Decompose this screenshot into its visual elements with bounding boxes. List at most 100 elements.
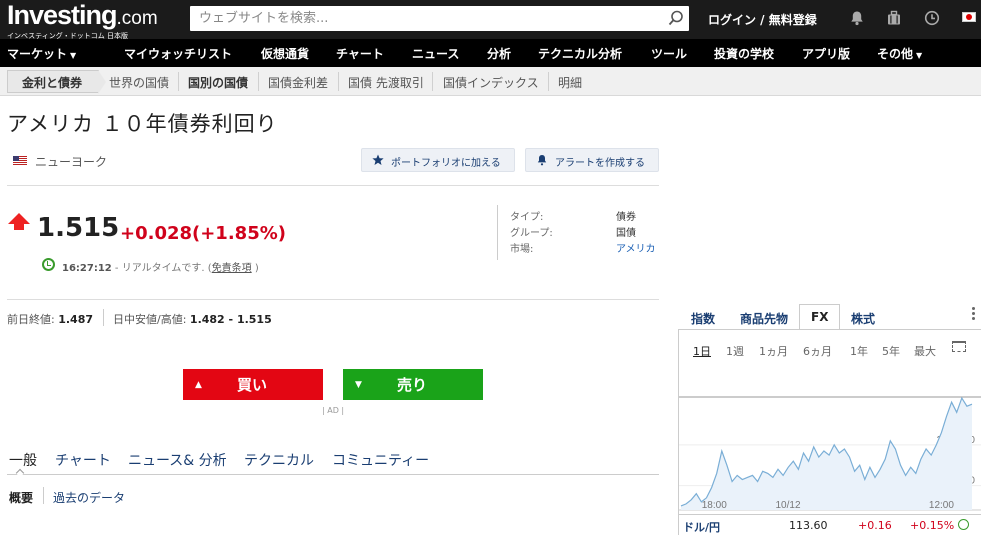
buy-label: 買い <box>237 376 268 394</box>
nav-item-tools[interactable]: ツール <box>651 45 687 62</box>
add-to-portfolio-button[interactable]: ポートフォリオに加える <box>361 148 515 172</box>
nav-item-watchlist[interactable]: マイウォッチリスト <box>124 45 232 62</box>
divider <box>7 299 659 300</box>
info-type-label: タイプ: <box>510 212 544 223</box>
subnav-divider <box>178 72 179 91</box>
widget-tab-indices[interactable]: 指数 <box>691 310 715 327</box>
logo[interactable]: Investing.com インベスティング・ドットコム 日本版 <box>7 2 158 41</box>
login-link[interactable]: ログイン / 無料登録 <box>708 11 817 28</box>
instrument-info: タイプ: 債券 グループ: 国債 市場: アメリカ <box>497 205 662 260</box>
realtime-clock-icon <box>958 519 969 530</box>
create-alert-label: アラートを作成する <box>555 158 645 169</box>
arrow-up-icon: ▲ <box>195 380 202 390</box>
subtab-divider <box>43 487 44 504</box>
tab-general[interactable]: 一般 <box>9 450 37 470</box>
chevron-down-icon: ▼ <box>70 51 77 60</box>
subnav-item-details[interactable]: 明細 <box>558 74 582 91</box>
tab-chart[interactable]: チャート <box>55 450 111 470</box>
last-price: 1.515 <box>37 213 120 243</box>
nav-item-education[interactable]: 投資の学校 <box>714 45 774 62</box>
info-market-label: 市場: <box>510 244 534 255</box>
range-6m[interactable]: 6ヵ月 <box>803 343 832 359</box>
logo-text: Investing <box>7 0 118 30</box>
subnav-item-country-bonds[interactable]: 国別の国債 <box>188 74 248 91</box>
realtime-clock-icon <box>42 258 55 271</box>
chart-x-tick-label: 12:00 <box>929 500 954 511</box>
nav-item-apps[interactable]: アプリ版 <box>802 45 850 62</box>
range-1d[interactable]: 1日 <box>693 343 711 359</box>
more-options-icon[interactable] <box>972 307 975 321</box>
chart-x-tick-label: 18:00 <box>702 500 727 511</box>
info-market-value[interactable]: アメリカ <box>616 240 656 255</box>
pair-change: +0.16 <box>858 519 892 532</box>
realtime-note-close: ) <box>251 263 259 274</box>
us-flag-icon <box>13 156 27 165</box>
nav-item-news[interactable]: ニュース <box>412 45 459 62</box>
arrow-up-stem <box>14 224 24 230</box>
nav-label: マーケット <box>7 47 68 61</box>
widget-tab-fx[interactable]: FX <box>811 310 828 324</box>
nav-item-markets[interactable]: マーケット ▼ <box>7 45 76 62</box>
sell-label: 売り <box>397 376 428 394</box>
nav-item-crypto[interactable]: 仮想通貨 <box>261 45 309 62</box>
nav-item-technical[interactable]: テクニカル分析 <box>538 45 622 62</box>
page-title: アメリカ １０年債券利回り <box>7 112 278 136</box>
arrow-down-icon: ▼ <box>355 380 362 390</box>
expand-chart-icon[interactable] <box>952 341 966 352</box>
range-1m[interactable]: 1ヵ月 <box>759 343 788 359</box>
subnav-item-bond-indices[interactable]: 国債インデックス <box>443 74 539 91</box>
search-input[interactable] <box>190 6 650 31</box>
sell-button[interactable]: ▼ 売り <box>343 369 483 400</box>
nav-item-charts[interactable]: チャート <box>336 45 384 62</box>
widget-tab-stocks[interactable]: 株式 <box>851 310 875 327</box>
subnav-item-rates-bonds[interactable]: 金利と債券 <box>7 70 106 94</box>
clock-icon[interactable] <box>924 10 940 26</box>
subtab-historical-data[interactable]: 過去のデータ <box>53 489 125 506</box>
nav-item-analysis[interactable]: 分析 <box>487 45 511 62</box>
tab-underline <box>7 474 659 475</box>
subnav-item-bond-spreads[interactable]: 国債金利差 <box>268 74 328 91</box>
range-5y[interactable]: 5年 <box>882 343 900 359</box>
day-range: 日中安値/高値: 1.482 - 1.515 <box>113 311 272 327</box>
pair-change-percent: +0.15% <box>910 519 955 532</box>
info-type-value: 債券 <box>616 212 636 223</box>
fx-mini-chart[interactable]: 1,178.001,176.0018:0010/1212:00 <box>679 378 981 512</box>
widget-tab-commodities[interactable]: 商品先物 <box>740 310 788 327</box>
subnav-item-world-bonds[interactable]: 世界の国債 <box>109 74 169 91</box>
alert-bell-icon <box>537 155 547 166</box>
active-tab-indicator <box>15 468 25 478</box>
nav-item-more[interactable]: その他 ▼ <box>877 45 922 62</box>
star-icon <box>372 154 384 165</box>
price-change-percent: (+1.85%) <box>192 223 286 244</box>
stat-divider <box>103 309 104 326</box>
quote-timestamp: 16:27:12 <box>62 263 112 274</box>
range-max[interactable]: 最大 <box>914 343 936 359</box>
breadcrumb-arrow <box>98 70 106 94</box>
realtime-note: - リアルタイムです. ( <box>111 263 212 274</box>
range-1y[interactable]: 1年 <box>850 343 868 359</box>
briefcase-icon[interactable] <box>886 10 902 26</box>
pair-name[interactable]: ドル/円 <box>683 519 720 535</box>
subnav-item-bond-futures[interactable]: 国債 先渡取引 <box>348 74 424 91</box>
nav-label: その他 <box>877 47 914 61</box>
fx-pair-row[interactable]: ドル/円 113.60 +0.16 +0.15% <box>679 514 981 535</box>
tab-news-analysis[interactable]: ニュース& 分析 <box>128 450 227 470</box>
tab-technical[interactable]: テクニカル <box>244 450 314 470</box>
japan-flag-icon[interactable] <box>962 12 976 22</box>
market-widget: 指数 商品先物 FX 株式 1日 1週 1ヵ月 6ヵ月 1年 5年 最大 1,1… <box>678 304 981 535</box>
bell-icon[interactable] <box>849 10 865 26</box>
subnav-divider <box>548 72 549 91</box>
chevron-down-icon: ▼ <box>916 51 923 60</box>
widget-panel: 1日 1週 1ヵ月 6ヵ月 1年 5年 最大 1,178.001,176.001… <box>678 330 981 535</box>
subtab-overview[interactable]: 概要 <box>9 489 33 506</box>
main-nav: マーケット ▼ マイウォッチリスト 仮想通貨 チャート ニュース 分析 テクニカル… <box>0 39 981 67</box>
create-alert-button[interactable]: アラートを作成する <box>525 148 659 172</box>
disclaimer-link[interactable]: 免責条項 <box>212 263 252 274</box>
search-icon[interactable] <box>668 10 684 26</box>
prev-close-value: 1.487 <box>58 313 93 326</box>
sub-nav: 金利と債券 世界の国債 国別の国債 国債金利差 国債 先渡取引 国債インデックス… <box>0 67 981 96</box>
tab-community[interactable]: コミュニティー <box>332 450 429 470</box>
range-1w[interactable]: 1週 <box>726 343 744 359</box>
info-group-label: グループ: <box>510 228 553 239</box>
buy-button[interactable]: ▲ 買い <box>183 369 323 400</box>
